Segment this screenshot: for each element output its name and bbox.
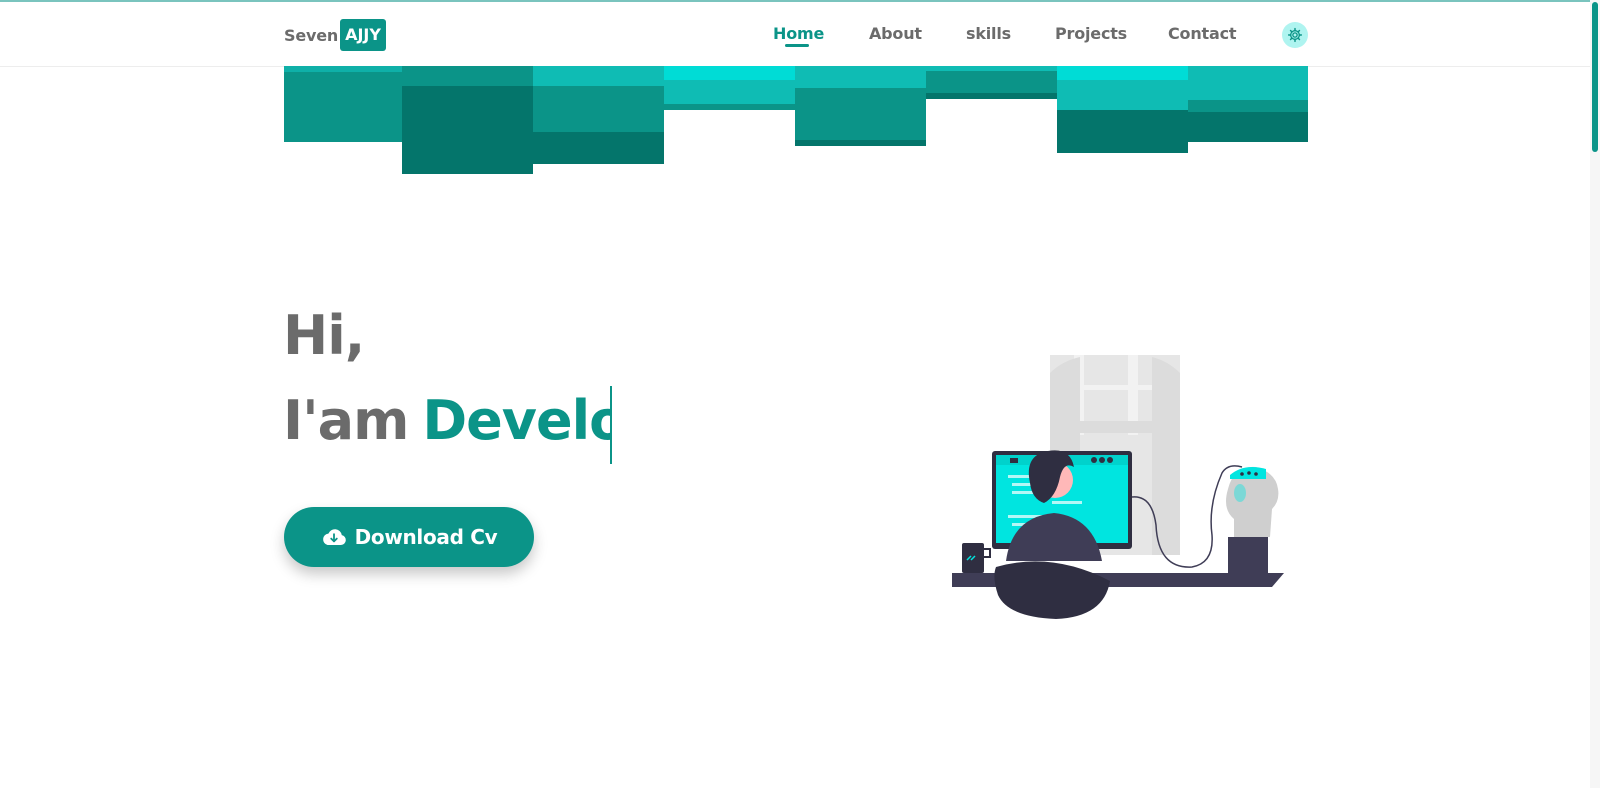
- hero-intro-line: I'am Develo: [283, 386, 613, 464]
- page-scrollbar[interactable]: [1590, 0, 1600, 788]
- main-nav: Home About skills Projects Contact: [0, 24, 1590, 50]
- deco-block: [284, 66, 402, 142]
- nav-skills-link[interactable]: skills: [966, 24, 1011, 43]
- cloud-download-icon: [322, 529, 346, 545]
- hero-greeting: Hi,: [283, 304, 365, 367]
- nav-contact-link[interactable]: Contact: [1168, 24, 1237, 43]
- nav-active-underline: [785, 44, 809, 47]
- robot-stand: [1228, 537, 1268, 573]
- deco-block: [533, 66, 664, 86]
- theme-settings-button[interactable]: [1282, 22, 1308, 48]
- decorative-blocks: [284, 66, 1308, 176]
- developer-illustration: [952, 355, 1284, 619]
- deco-block: [284, 66, 402, 72]
- nav-home-link[interactable]: Home: [773, 24, 825, 47]
- deco-block: [1188, 66, 1308, 100]
- deco-block: [664, 66, 795, 80]
- hero-typed-role: Develo: [422, 390, 611, 452]
- deco-block: [402, 66, 533, 86]
- nav-home-label: Home: [773, 24, 825, 43]
- chair: [994, 561, 1110, 619]
- nav-about-link[interactable]: About: [869, 24, 922, 43]
- download-cv-button[interactable]: Download Cv: [284, 507, 534, 567]
- deco-block: [1057, 66, 1188, 80]
- scrollbar-thumb[interactable]: [1592, 2, 1598, 152]
- download-cv-label: Download Cv: [354, 525, 498, 549]
- nav-projects-link[interactable]: Projects: [1055, 24, 1127, 43]
- hero-intro-prefix: I'am: [283, 389, 409, 452]
- deco-block: [795, 66, 926, 88]
- site-header: Seven AJJY Home About skills Projects Co…: [0, 2, 1590, 67]
- gear-icon: [1287, 27, 1303, 43]
- typing-caret: [610, 386, 613, 464]
- deco-block: [926, 66, 1057, 71]
